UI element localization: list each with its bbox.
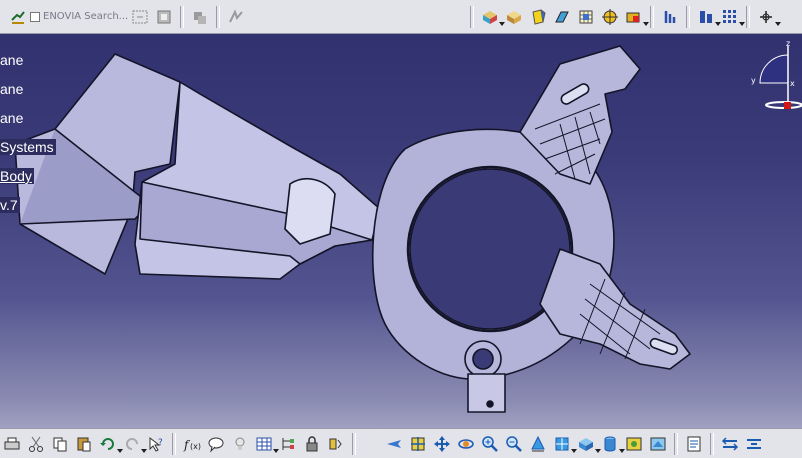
select-arrow-icon[interactable] (8, 7, 28, 27)
axis-system-icon[interactable] (756, 7, 781, 27)
zoom-out-icon[interactable] (504, 434, 524, 454)
table-icon[interactable] (254, 434, 279, 454)
enovia-search-label: ENOVIA Search... (43, 11, 129, 22)
top-toolbar: ENOVIA Search... (0, 0, 802, 34)
print-icon[interactable] (2, 434, 22, 454)
toolbar-separator (352, 432, 356, 455)
snap-icon[interactable] (226, 7, 246, 27)
toolbar-separator (180, 5, 185, 28)
iso-view-icon[interactable] (552, 434, 577, 454)
zoom-in-icon[interactable] (480, 434, 500, 454)
undo-cmd-icon[interactable] (130, 7, 150, 27)
toolbar-left-group: ENOVIA Search... (6, 0, 248, 33)
3d-viewport[interactable] (0, 34, 802, 428)
apply-material-icon[interactable] (624, 7, 649, 27)
tree-item[interactable]: ane (0, 52, 23, 68)
svg-text:?: ? (158, 438, 163, 448)
compass[interactable]: z y x (748, 38, 802, 118)
axis-icon[interactable] (190, 7, 210, 27)
formula-icon[interactable]: f (x) (182, 434, 202, 454)
product-icon[interactable] (720, 434, 740, 454)
enovia-checkbox[interactable] (30, 11, 40, 22)
toolbar-separator (746, 5, 750, 28)
toolbar-view-group (466, 0, 781, 33)
cut-icon[interactable] (26, 434, 46, 454)
target-icon[interactable] (600, 7, 620, 27)
dropdown-caret-icon[interactable] (775, 21, 781, 26)
toolbar-separator (172, 432, 176, 455)
tree-item[interactable]: ane (0, 110, 23, 126)
rotate-icon[interactable] (456, 434, 476, 454)
grid-snap-icon[interactable] (576, 7, 596, 27)
view-mode-icon[interactable] (696, 7, 721, 27)
part-tab-hole (486, 400, 494, 408)
compass-handle[interactable] (784, 102, 791, 109)
cube-wire-icon[interactable] (552, 7, 572, 27)
lock-icon[interactable] (302, 434, 322, 454)
spec-tree-icon[interactable] (278, 434, 298, 454)
catia-window: ENOVIA Search... ane ane ane Systems Bod… (0, 0, 802, 458)
normal-view-icon[interactable] (528, 434, 548, 454)
material-icon[interactable] (528, 7, 548, 27)
toolbar-separator (216, 5, 221, 28)
compass-x-label: x (790, 79, 795, 88)
dropdown-caret-icon[interactable] (739, 21, 745, 26)
view-toolbar (382, 429, 766, 458)
redo-icon[interactable] (122, 434, 147, 454)
fly-mode-icon[interactable] (384, 434, 404, 454)
compass-arc (759, 54, 789, 84)
standard-toolbar: ? f (x) (0, 429, 360, 458)
measure-icon[interactable] (660, 7, 680, 27)
dropdown-caret-icon[interactable] (643, 21, 649, 26)
collapse-icon[interactable] (744, 434, 764, 454)
part-geometry[interactable] (14, 45, 691, 413)
undo-icon[interactable] (98, 434, 123, 454)
view-cube-icon[interactable] (576, 434, 601, 454)
tree-item-body[interactable]: Body (0, 168, 34, 184)
select-tool-icon[interactable] (154, 7, 174, 27)
tree-item-systems[interactable]: Systems (0, 139, 56, 155)
part-bottom-hole (472, 348, 494, 370)
pan-icon[interactable] (432, 434, 452, 454)
toolbar-separator (470, 5, 474, 28)
svg-text:(x): (x) (190, 442, 201, 451)
enovia-search[interactable]: ENOVIA Search... (30, 11, 128, 22)
paste-icon[interactable] (74, 434, 94, 454)
knowledge-icon[interactable] (230, 434, 250, 454)
color-cube-icon[interactable] (480, 7, 505, 27)
copy-icon[interactable] (50, 434, 70, 454)
part-bottom-tab[interactable] (467, 373, 506, 413)
toolbar-separator (686, 5, 690, 28)
tree-item-version[interactable]: v.7 (0, 197, 20, 213)
part-channel-wall[interactable] (284, 178, 336, 245)
compass-z-label: z (786, 39, 790, 48)
tree-item[interactable]: ane (0, 81, 23, 97)
toolbar-separator (650, 5, 654, 28)
compass-y-label: y (751, 76, 756, 85)
fit-all-icon[interactable] (408, 434, 428, 454)
whats-this-icon[interactable]: ? (146, 434, 166, 454)
cube-face-icon[interactable] (504, 7, 524, 27)
shading-icon[interactable] (600, 434, 625, 454)
swap-visible-icon[interactable] (648, 434, 668, 454)
toolbar-separator (710, 432, 714, 455)
spacebar-icon[interactable] (684, 434, 704, 454)
catalog-icon[interactable] (326, 434, 346, 454)
hide-show-icon[interactable] (624, 434, 644, 454)
bottom-toolbar: ? f (x) (0, 428, 802, 458)
toolbar-separator (674, 432, 678, 455)
pattern-grid-icon[interactable] (720, 7, 745, 27)
comment-icon[interactable] (206, 434, 226, 454)
